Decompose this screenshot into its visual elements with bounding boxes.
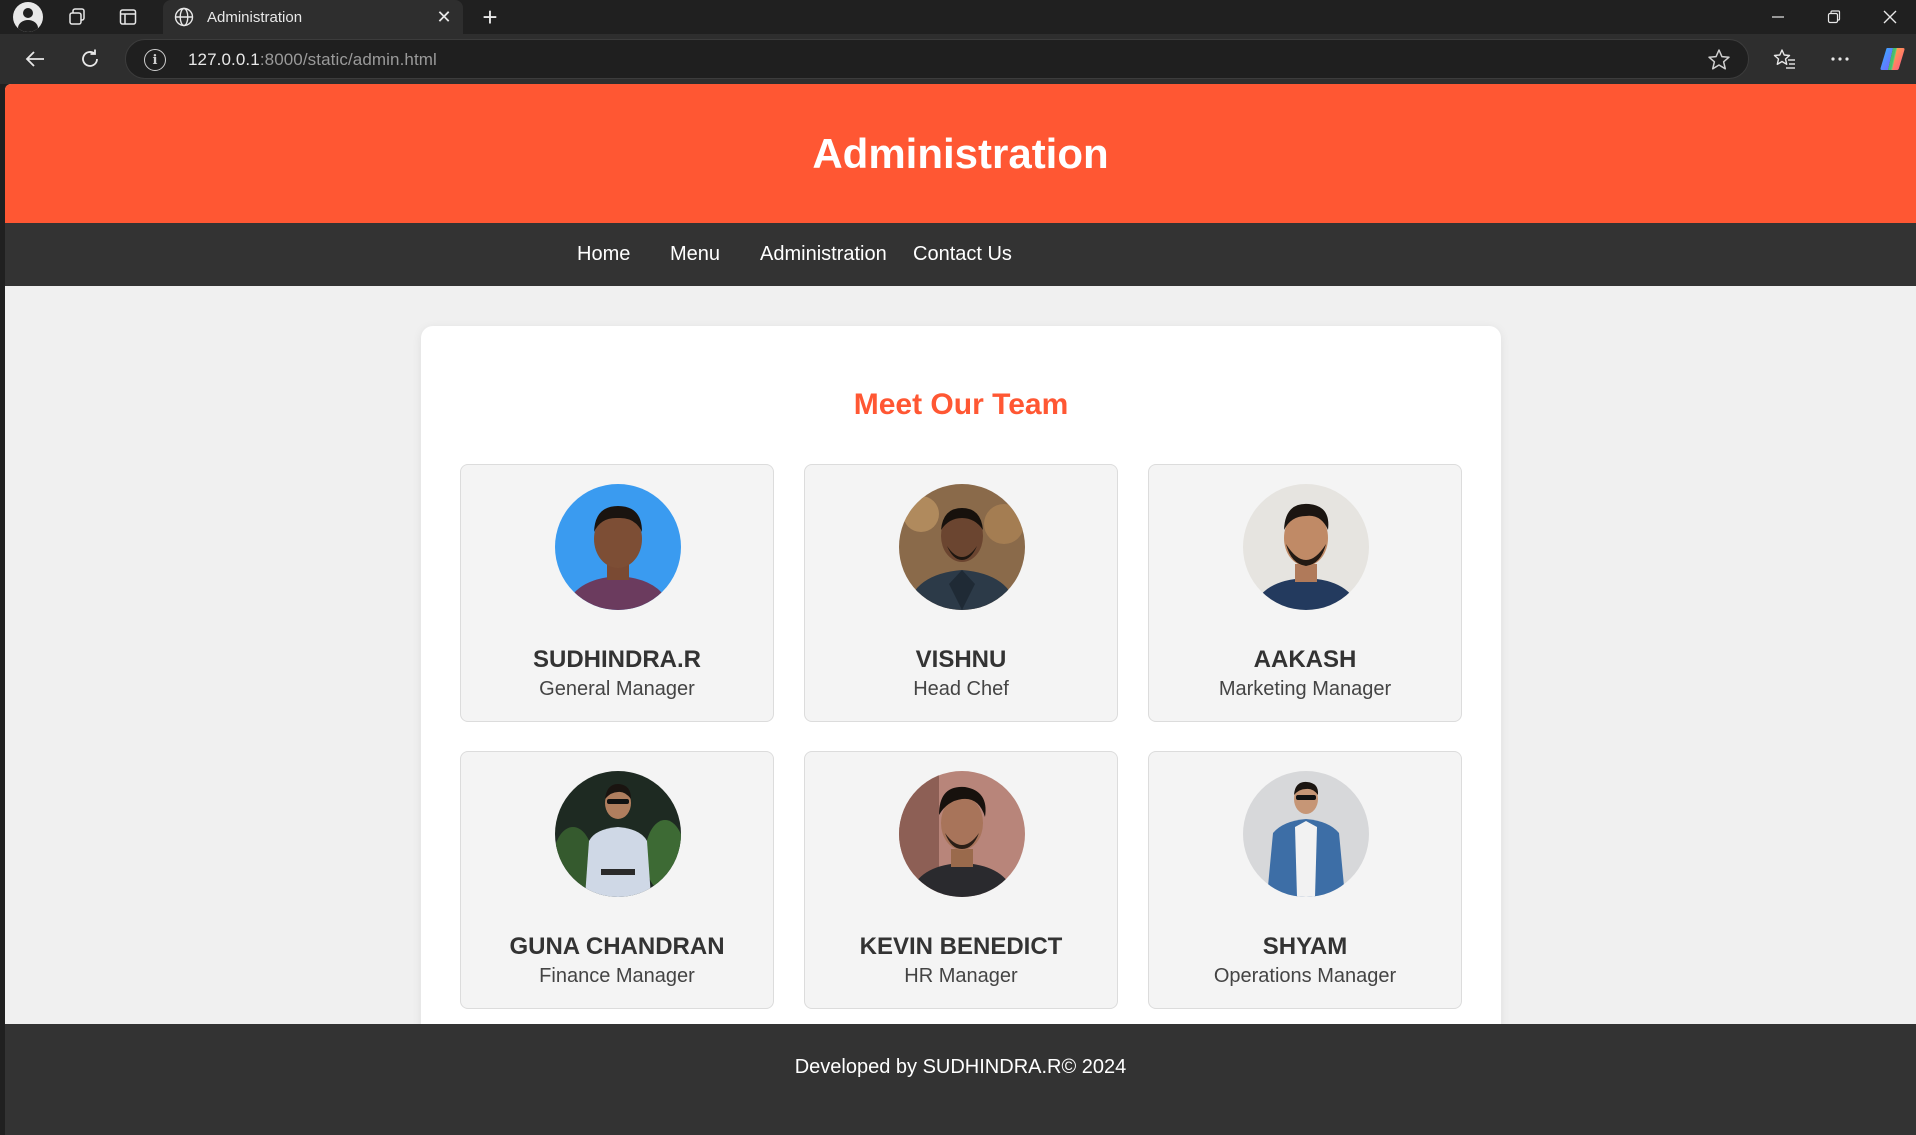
url-path: :8000/static/admin.html: [259, 50, 437, 69]
globe-icon: [174, 7, 194, 27]
browser-toolbar: i 127.0.0.1:8000/static/admin.html: [0, 34, 1916, 84]
reload-icon: [82, 49, 98, 67]
team-member-name: SUDHINDRA.R: [533, 646, 701, 673]
copilot-icon: [1880, 48, 1905, 70]
team-member-photo: [1243, 484, 1369, 610]
workspaces-icon: [69, 8, 85, 25]
team-card: SUDHINDRA.R General Manager: [460, 464, 774, 722]
workspaces-button[interactable]: [57, 0, 97, 34]
team-member-role: Operations Manager: [1213, 965, 1397, 987]
nav-link-contact-us[interactable]: Contact Us: [913, 223, 1012, 286]
team-card: KEVIN BENEDICT HR Manager: [804, 751, 1118, 1009]
site-info-icon[interactable]: i: [144, 49, 166, 71]
reload-button[interactable]: [70, 39, 110, 79]
nav-link-home[interactable]: Home: [577, 223, 630, 286]
url-host: 127.0.0.1: [188, 50, 260, 69]
close-tab-icon[interactable]: ✕: [429, 2, 459, 32]
page-viewport: Administration Home Menu Administration …: [5, 84, 1916, 1135]
back-button[interactable]: [15, 39, 55, 79]
close-window-button[interactable]: [1862, 0, 1916, 34]
site-footer: Developed by SUDHINDRA.R© 2024: [5, 1024, 1916, 1135]
team-member-photo: [899, 771, 1025, 897]
team-member-name: KEVIN BENEDICT: [859, 933, 1063, 960]
team-member-photo: [555, 771, 681, 897]
team-member-role: General Manager: [539, 678, 695, 700]
team-card: VISHNU Head Chef: [804, 464, 1118, 722]
team-member-role: Marketing Manager: [1218, 678, 1392, 700]
team-card: AAKASH Marketing Manager: [1148, 464, 1462, 722]
new-tab-button[interactable]: +: [470, 0, 510, 34]
tab-actions-button[interactable]: [108, 0, 148, 34]
site-header: Administration: [5, 84, 1916, 223]
profile-avatar-icon: [13, 2, 43, 32]
team-member-photo: [899, 484, 1025, 610]
profile-button[interactable]: [8, 0, 48, 34]
team-member-photo: [555, 484, 681, 610]
team-member-name: SHYAM: [1262, 933, 1348, 960]
team-card: GUNA CHANDRAN Finance Manager: [460, 751, 774, 1009]
browser-titlebar: Administration ✕ +: [0, 0, 1916, 34]
more-dots-icon: [1831, 57, 1849, 61]
minimize-icon: [1772, 16, 1784, 18]
team-member-name: VISHNU: [915, 646, 1007, 673]
team-member-role: HR Manager: [904, 965, 1018, 987]
restore-button[interactable]: [1806, 0, 1862, 34]
team-section: Meet Our Team SUDHINDRA.R General Manage…: [421, 326, 1501, 1135]
team-member-role: Head Chef: [913, 678, 1009, 700]
nav-link-administration[interactable]: Administration: [760, 223, 887, 286]
browser-tab-active[interactable]: Administration ✕: [163, 0, 463, 34]
page-title: Administration: [812, 129, 1109, 177]
team-member-name: AAKASH: [1253, 646, 1357, 673]
close-window-icon: [1883, 10, 1897, 24]
site-nav: Home Menu Administration Contact Us: [5, 223, 1916, 286]
nav-link-menu[interactable]: Menu: [670, 223, 720, 286]
footer-text: Developed by SUDHINDRA.R© 2024: [794, 1055, 1127, 1078]
restore-icon: [1827, 10, 1841, 24]
url-text[interactable]: 127.0.0.1:8000/static/admin.html: [188, 50, 437, 70]
favorite-star-icon[interactable]: [1706, 47, 1732, 73]
team-member-role: Finance Manager: [539, 965, 695, 987]
more-options-button[interactable]: [1820, 39, 1860, 79]
address-bar[interactable]: i 127.0.0.1:8000/static/admin.html: [125, 39, 1749, 79]
section-title: Meet Our Team: [853, 388, 1069, 421]
copilot-button[interactable]: [1872, 39, 1912, 79]
tab-title: Administration: [207, 8, 303, 26]
favorites-button[interactable]: [1765, 39, 1805, 79]
favorites-list-icon: [1773, 49, 1795, 69]
team-member-name: GUNA CHANDRAN: [509, 933, 725, 960]
team-card: SHYAM Operations Manager: [1148, 751, 1462, 1009]
back-arrow-icon: [25, 51, 44, 67]
tab-actions-icon: [119, 9, 137, 25]
team-member-photo: [1243, 771, 1369, 897]
minimize-button[interactable]: [1750, 0, 1806, 34]
